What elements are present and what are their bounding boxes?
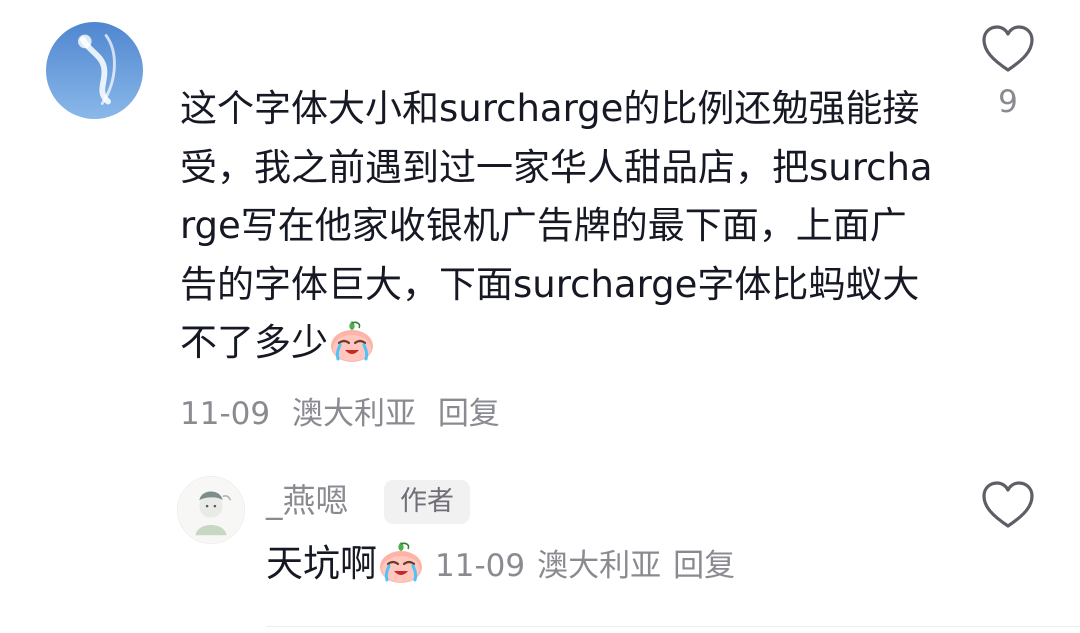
comment-meta: 11-09 澳大利亚 回复 xyxy=(180,392,500,436)
comment-thread: 这个字体大小和surcharge的比例还勉强能接受，我之前遇到过一家华人甜品店，… xyxy=(0,0,1080,633)
divider xyxy=(266,626,1080,627)
reply-meta: 11-09 澳大利亚 回复 xyxy=(435,548,735,584)
reply-content: 天坑啊 11-09 澳大利亚 回复 xyxy=(266,536,735,594)
reply-username[interactable]: _燕嗯 xyxy=(266,478,349,524)
crying-face-emoji-icon xyxy=(328,319,376,363)
reply-avatar[interactable] xyxy=(177,476,245,544)
like-button[interactable]: 9 xyxy=(976,24,1040,128)
comment-date: 11-09 xyxy=(180,396,271,432)
comment-text: 这个字体大小和surcharge的比例还勉强能接受，我之前遇到过一家华人甜品店，… xyxy=(180,80,940,373)
author-badge: 作者 xyxy=(384,480,470,524)
reply-text: 天坑啊 xyxy=(266,542,377,585)
reply-item: _燕嗯 作者 天坑啊 11-09 澳大利亚 回复 xyxy=(0,470,1080,620)
avatar-image xyxy=(178,477,244,543)
crying-face-emoji-icon xyxy=(377,540,425,584)
reply-button[interactable]: 回复 xyxy=(438,396,500,432)
reply-date: 11-09 xyxy=(435,548,526,584)
avatar-image xyxy=(46,22,143,119)
comment-body: 这个字体大小和surcharge的比例还勉强能接受，我之前遇到过一家华人甜品店，… xyxy=(180,87,933,364)
heart-outline-icon xyxy=(982,481,1034,528)
reply-like-button[interactable] xyxy=(976,480,1040,536)
comment-location: 澳大利亚 xyxy=(291,396,416,432)
like-count: 9 xyxy=(998,84,1018,120)
reply-button[interactable]: 回复 xyxy=(673,548,735,584)
avatar[interactable] xyxy=(46,22,143,119)
heart-outline-icon xyxy=(982,25,1034,72)
comment-item: 这个字体大小和surcharge的比例还勉强能接受，我之前遇到过一家华人甜品店，… xyxy=(0,0,1080,470)
reply-location: 澳大利亚 xyxy=(537,548,662,584)
